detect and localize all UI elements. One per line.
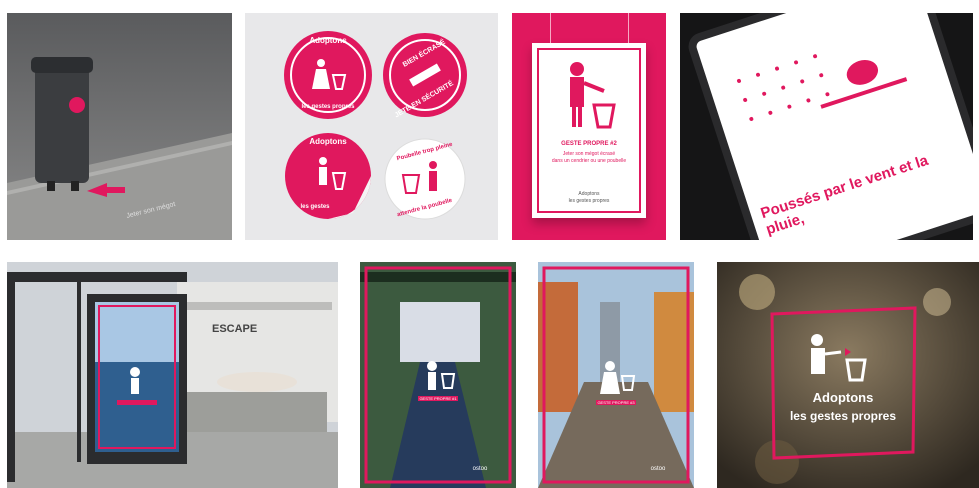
sticker1-line2: les gestes propres [301, 104, 355, 110]
decal-line1: Adoptons [813, 390, 874, 405]
poster-bridge: GESTE PROPRE #1 ostoo [360, 262, 516, 488]
stickers-scene: Adoptons les gestes propres BIEN ÉCRASÉ … [284, 31, 467, 220]
tablet-screen: Poussés par le vent et la pluie, [684, 13, 973, 240]
hanging-poster-photo: GESTE PROPRE #2 Jeter son mégot écrasé d… [512, 13, 666, 240]
poster-headline: GESTE PROPRE #2 [561, 141, 617, 147]
sticker3-line1: Adoptons [309, 137, 347, 146]
poster-b-headline: GESTE PROPRE #1 [419, 396, 457, 401]
poster-c-headline: GESTE PROPRE #3 [597, 400, 635, 405]
poster-c-brand: ostoo [651, 466, 666, 472]
tablet-photo: Poussés par le vent et la pluie, [680, 13, 973, 240]
poster-bridge-scene: GESTE PROPRE #1 ostoo [360, 262, 516, 488]
bus-shelter-photo: ESCAPE [7, 262, 338, 488]
street-bin-scene: Jeter son mégot [7, 13, 232, 240]
poster-body2: dans un cendrier ou une poubelle [551, 158, 627, 164]
stickers-photo: Adoptons les gestes propres BIEN ÉCRASÉ … [245, 13, 498, 240]
decal-line2: les gestes propres [790, 409, 896, 423]
sticker3-line2: les gestes [300, 204, 330, 210]
poster-street: GESTE PROPRE #3 ostoo [538, 262, 694, 488]
bin-sticker [69, 97, 85, 113]
shop-sign: ESCAPE [212, 323, 257, 335]
sticker-bien-ecrase [383, 33, 467, 117]
person-throwing-icon [570, 62, 616, 129]
poster-b-brand: ostoo [473, 466, 488, 472]
sticker1-line1: Adoptons [309, 36, 347, 45]
hanging-poster: GESTE PROPRE #2 Jeter son mégot écrasé d… [532, 43, 646, 218]
poster-footer1: Adoptons [578, 191, 600, 197]
window-bg: Adoptons les gestes propres [717, 262, 979, 488]
street-bin-photo: Jeter son mégot [7, 13, 232, 240]
window-decal-photo: Adoptons les gestes propres [717, 262, 979, 488]
poster-body1: Jeter son mégot écrasé [562, 151, 616, 157]
poster-footer2: les gestes propres [568, 198, 610, 204]
bus-shelter-scene: ESCAPE [7, 262, 338, 488]
poster-street-scene: GESTE PROPRE #3 ostoo [538, 262, 694, 488]
